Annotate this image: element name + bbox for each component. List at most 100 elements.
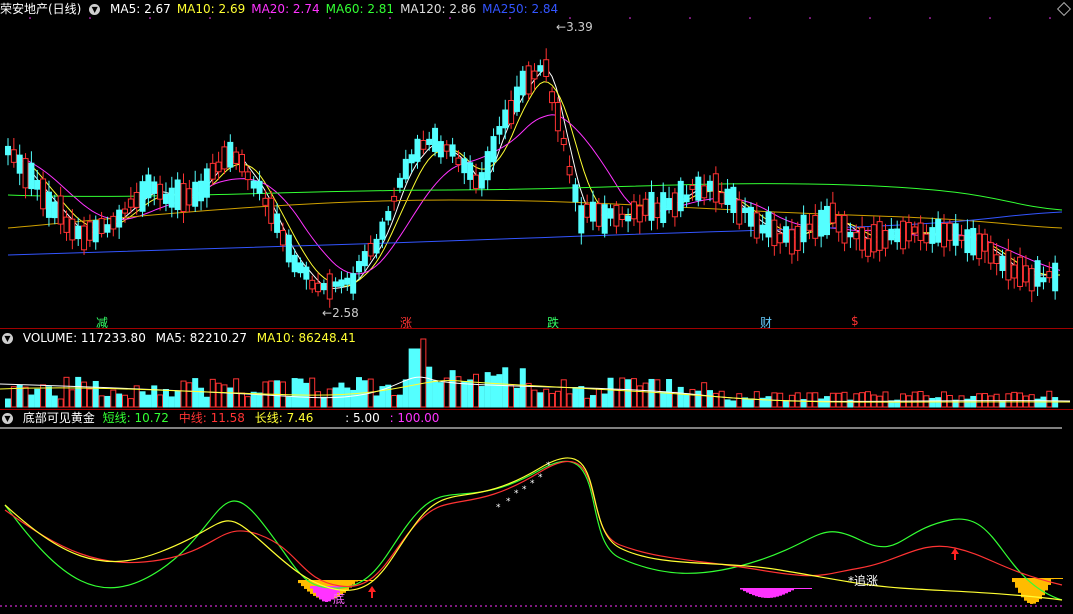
candle (332, 281, 339, 287)
candle (590, 201, 596, 222)
candle (168, 187, 175, 208)
volume-bar (689, 388, 696, 408)
volume-bar (122, 394, 128, 408)
candle (1028, 268, 1035, 292)
candle (490, 136, 497, 163)
candle (215, 161, 222, 173)
candle (935, 218, 942, 243)
candle (835, 214, 842, 233)
volume-bar (45, 386, 52, 408)
candle (905, 222, 912, 242)
candle (771, 219, 778, 247)
candle (724, 188, 731, 205)
indicator-chart[interactable]: *** **** (0, 410, 1073, 614)
candle (45, 191, 52, 218)
volume-bar (127, 398, 134, 408)
candle (391, 195, 398, 202)
candle (291, 254, 298, 273)
volume-bar (86, 388, 93, 408)
volume-bar (110, 389, 117, 408)
candle (133, 191, 140, 208)
volume-bar (209, 378, 216, 408)
volume-chart[interactable] (0, 329, 1073, 409)
volume-bar (648, 378, 655, 408)
indicator-panel[interactable]: ▼ 底部可见黄金 短线: 10.72 中线: 11.58 长线: 7.46 : … (0, 410, 1073, 614)
candle (736, 199, 743, 225)
candle (788, 229, 795, 255)
svg-text:*: * (514, 489, 519, 499)
candle (981, 233, 988, 252)
candle (666, 198, 673, 211)
volume-bar (168, 396, 175, 408)
volume-bar (917, 391, 924, 408)
volume-bar (356, 377, 362, 408)
volume-bar (566, 393, 573, 408)
candle (174, 179, 181, 211)
candle (864, 238, 871, 257)
volume-bar (449, 370, 456, 408)
candle (800, 214, 807, 243)
candle (244, 171, 251, 181)
candlestick-chart[interactable] (0, 0, 1073, 328)
volume-bar (174, 390, 181, 408)
candle (361, 251, 368, 267)
candle (765, 211, 772, 238)
volume-panel[interactable]: ▼ VOLUME: 117233.80 MA5: 82210.27 MA10: … (0, 329, 1073, 409)
candle (209, 162, 216, 180)
candle (385, 211, 392, 221)
candle (970, 227, 977, 256)
candle (707, 180, 713, 192)
volume-bar (92, 380, 99, 408)
candle (777, 233, 784, 244)
candle (86, 221, 93, 241)
candle (549, 91, 556, 104)
volume-bar (841, 391, 848, 408)
volume-bar (513, 387, 520, 408)
candle (28, 162, 35, 190)
volume-bar (203, 396, 210, 408)
chase-mark: *追涨 (848, 574, 879, 588)
price-panel[interactable]: 荣安地产(日线) ▼ MA5: 2.67 MA10: 2.69 MA20: 2.74… (0, 0, 1073, 330)
candle (689, 184, 696, 190)
candle (923, 233, 930, 244)
candle (303, 266, 310, 280)
candle (508, 99, 515, 125)
volume-bar (215, 382, 222, 408)
candle (859, 227, 866, 251)
volume-bar (630, 378, 637, 408)
volume-bar (244, 396, 251, 408)
candle (718, 192, 725, 205)
volume-bar (461, 380, 468, 408)
volume-bar (420, 338, 427, 408)
volume-bar (139, 391, 146, 408)
volume-bar (414, 348, 421, 408)
candle (92, 220, 99, 243)
candle (408, 154, 415, 164)
candle (239, 153, 245, 173)
volume-bar (508, 384, 515, 408)
candle (519, 70, 526, 96)
candle (742, 207, 749, 214)
candle (829, 202, 836, 224)
svg-text:*: * (538, 473, 543, 483)
candle (5, 145, 11, 156)
volume-bar (104, 395, 111, 408)
candle (1022, 265, 1029, 283)
volume-bar (941, 391, 947, 408)
volume-bar (595, 388, 602, 408)
candle (233, 151, 240, 164)
volume-bar (900, 393, 907, 408)
candle (648, 191, 655, 221)
volume-bar (402, 379, 409, 408)
candle (285, 234, 292, 263)
candle (203, 168, 210, 198)
candle (595, 203, 602, 227)
candle (824, 205, 830, 236)
volume-bar (712, 392, 719, 408)
candle (847, 231, 854, 238)
candle (338, 279, 345, 287)
candle (671, 192, 678, 218)
volume-bar (81, 381, 88, 408)
volume-bar (882, 391, 889, 408)
volume-bar (162, 389, 169, 408)
